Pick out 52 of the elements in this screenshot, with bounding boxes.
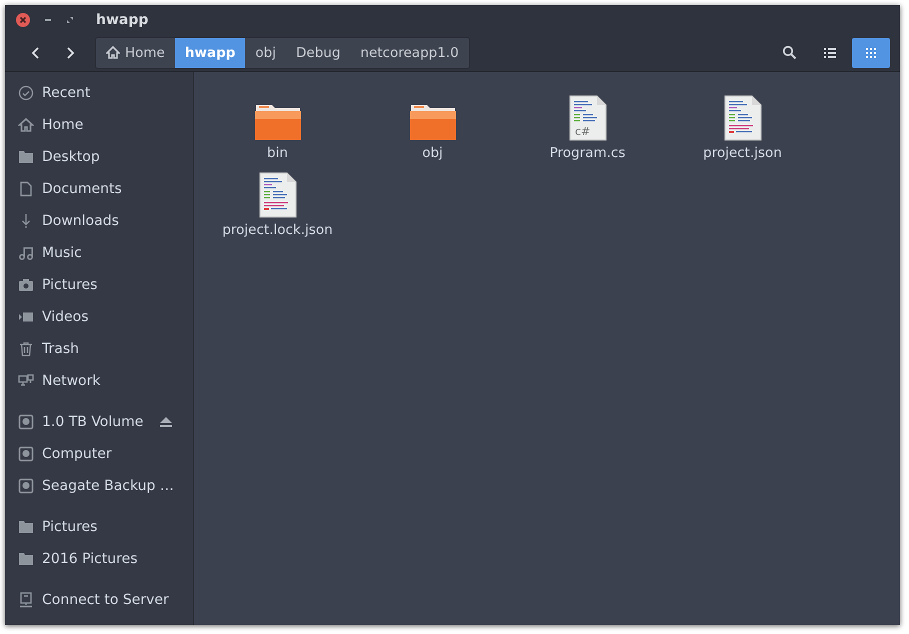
drive-icon — [18, 414, 34, 430]
file-name[interactable]: project.lock.json — [222, 222, 333, 238]
search-icon — [782, 45, 796, 60]
back-icon — [31, 46, 41, 60]
folder-icon — [18, 149, 34, 165]
file-name[interactable]: obj — [422, 145, 443, 161]
path-button[interactable]: Home — [96, 38, 175, 68]
path-button[interactable]: Debug — [286, 38, 350, 68]
code-file-icon[interactable] — [258, 172, 296, 218]
sidebar-item[interactable]: Videos — [5, 301, 193, 333]
sidebar-item[interactable]: Documents — [5, 173, 193, 205]
sidebar-item[interactable]: Recent — [5, 77, 193, 109]
folder-icon — [18, 519, 34, 535]
sidebar-item[interactable]: Pictures — [5, 511, 193, 543]
file-name[interactable]: project.json — [703, 145, 782, 161]
camera-icon — [18, 277, 34, 293]
grid-icon — [866, 48, 876, 58]
sidebar-item[interactable]: Home — [5, 109, 193, 141]
sidebar-item[interactable]: Network — [5, 365, 193, 397]
music-icon — [18, 245, 34, 261]
window-title: hwapp — [96, 12, 148, 28]
sidebar-item[interactable]: 2016 Pictures — [5, 543, 193, 575]
sidebar-item[interactable]: Desktop — [5, 141, 193, 173]
path-button[interactable]: netcoreapp1.0 — [350, 38, 469, 68]
list-icon — [824, 48, 836, 58]
drive-icon — [18, 478, 34, 494]
code-file-icon[interactable]: c# — [568, 95, 606, 141]
drive-icon — [18, 446, 34, 462]
close-icon[interactable] — [16, 12, 30, 27]
document-icon — [18, 181, 34, 197]
eject-icon[interactable] — [159, 416, 173, 428]
trash-icon — [18, 341, 34, 357]
forward-icon — [65, 46, 75, 60]
file-name[interactable]: bin — [267, 145, 288, 161]
sidebar-item[interactable]: Music — [5, 237, 193, 269]
sidebar-item[interactable]: Downloads — [5, 205, 193, 237]
sidebar-item[interactable]: Connect to Server — [5, 584, 193, 616]
code-file-icon[interactable] — [724, 95, 762, 141]
folder-icon — [18, 551, 34, 567]
sidebar-item[interactable]: Seagate Backup … — [5, 470, 193, 502]
file-name[interactable]: Program.cs — [550, 145, 626, 161]
sidebar-item[interactable]: Pictures — [5, 269, 193, 301]
path-button[interactable]: obj — [245, 38, 286, 68]
grid-view-button[interactable] — [852, 38, 890, 68]
recent-icon — [18, 85, 34, 101]
maximize-icon[interactable] — [66, 16, 74, 24]
sidebar-item[interactable]: Computer — [5, 438, 193, 470]
home-icon — [18, 117, 34, 133]
home-icon — [106, 46, 120, 60]
sidebar-item[interactable]: Trash — [5, 333, 193, 365]
sidebar-item[interactable]: 1.0 TB Volume — [5, 406, 193, 438]
server-icon — [18, 592, 34, 608]
